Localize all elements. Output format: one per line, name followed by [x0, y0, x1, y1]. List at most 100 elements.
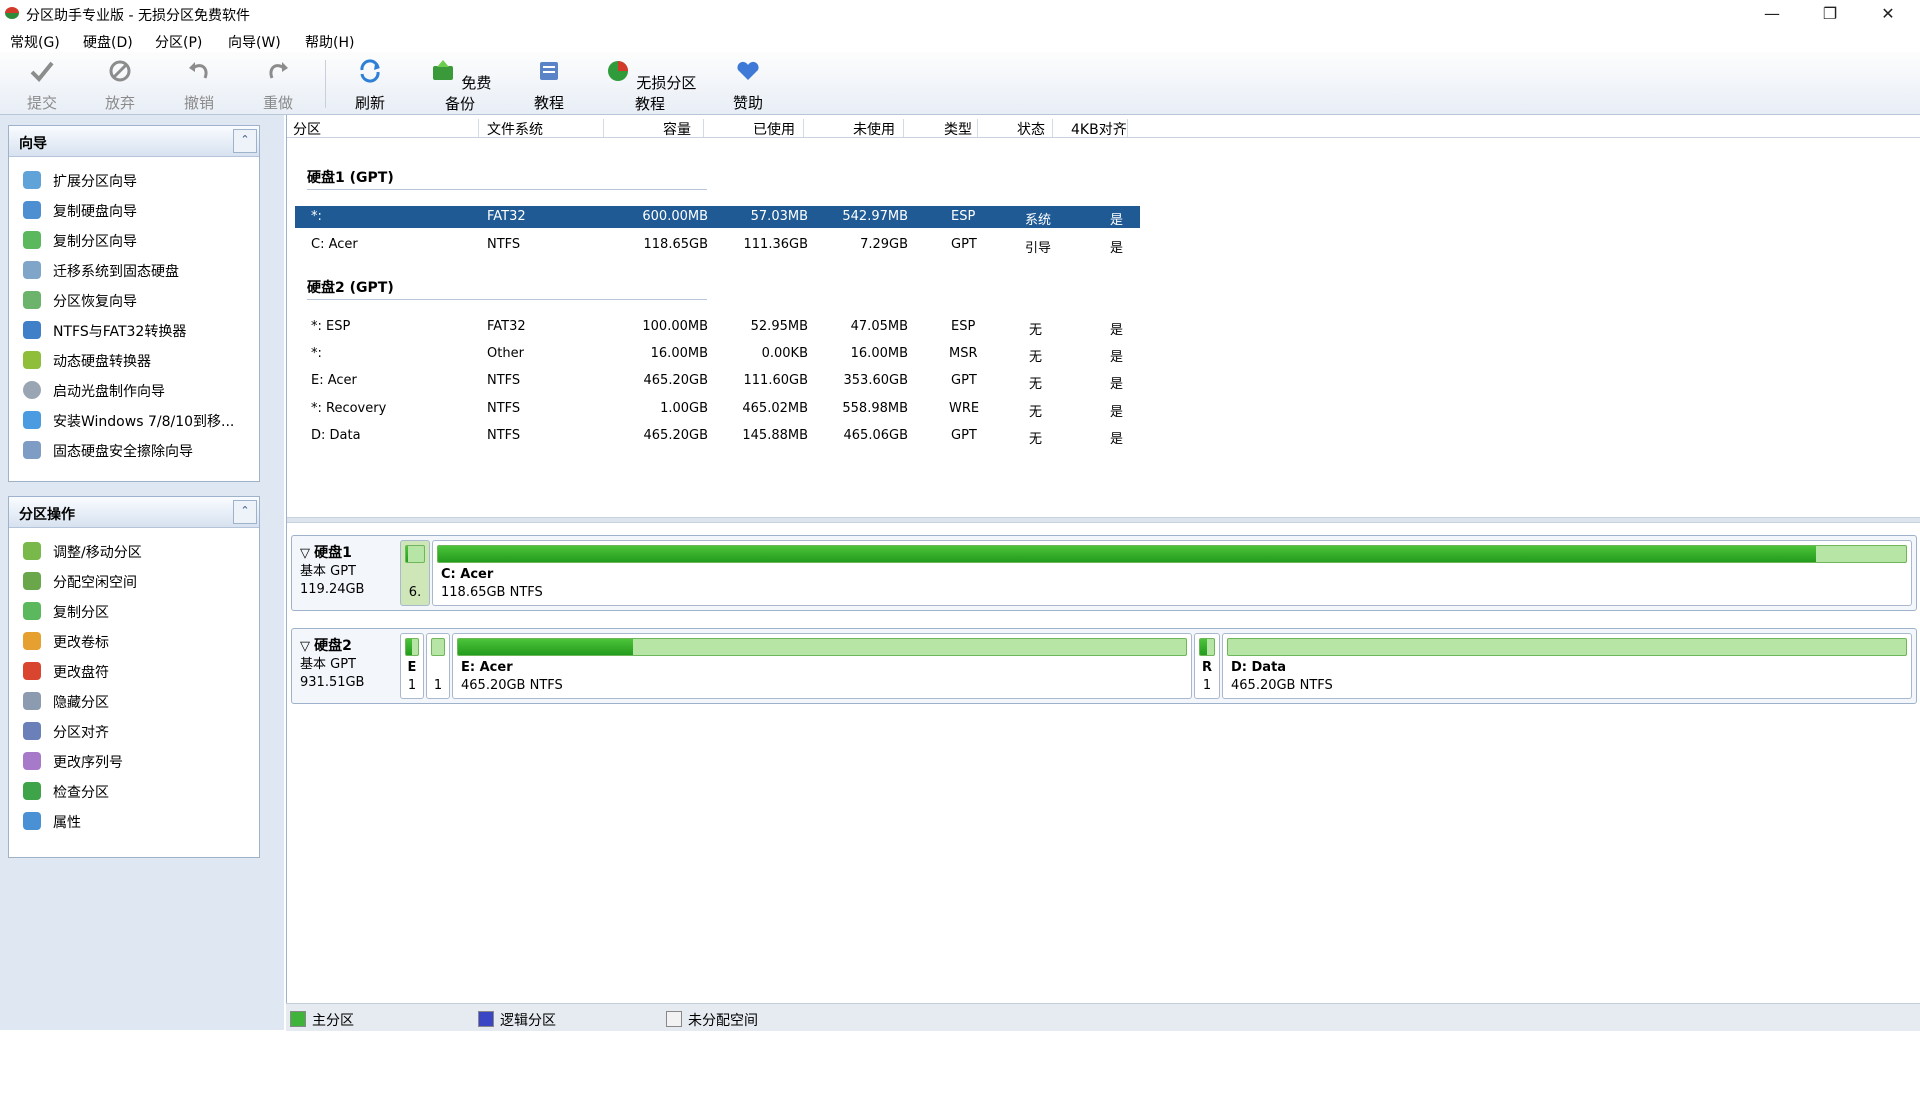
legend-primary: 主分区	[290, 1010, 354, 1030]
disk2-map-row[interactable]: ▽ 硬盘2 基本 GPT 931.51GB E 1 1 E: Acer 465.…	[291, 628, 1917, 704]
partition-label: R	[1195, 660, 1219, 675]
partition-sub: 1	[1195, 678, 1219, 693]
redo-button[interactable]: 重做	[256, 58, 300, 113]
usage-fill	[1200, 639, 1207, 655]
col-status[interactable]: 状态	[1017, 119, 1045, 139]
minimize-button[interactable]: —	[1743, 0, 1801, 28]
checkmark-icon	[28, 58, 56, 84]
partition-block[interactable]: E: Acer 465.20GB NTFS	[452, 633, 1192, 699]
cell-partition: C: Acer	[311, 237, 358, 252]
table-row[interactable]: C: Acer NTFS 118.65GB 111.36GB 7.29GB GP…	[295, 234, 1140, 256]
submit-label: 提交	[27, 94, 57, 112]
refresh-button[interactable]: 刷新	[348, 58, 392, 113]
close-button[interactable]: ✕	[1859, 0, 1917, 28]
pane-splitter[interactable]	[287, 517, 1920, 523]
donate-button[interactable]: 赞助	[726, 58, 770, 113]
restore-button[interactable]: ❐	[1801, 0, 1859, 28]
unallocated-swatch	[666, 1011, 682, 1027]
menu-general[interactable]: 常规(G)	[10, 32, 60, 52]
ssd-erase-icon	[23, 441, 41, 459]
cell-unused: 16.00MB	[851, 346, 908, 361]
partition-block[interactable]: D: Data 465.20GB NTFS	[1222, 633, 1912, 699]
partition-block[interactable]: 6.	[400, 540, 430, 606]
collapse-icon[interactable]: ⌃	[233, 129, 257, 153]
cell-unused: 465.06GB	[844, 428, 908, 443]
col-filesystem[interactable]: 文件系统	[487, 119, 543, 139]
undo-button[interactable]: 撤销	[177, 58, 221, 113]
col-used[interactable]: 已使用	[753, 119, 795, 139]
column-separator	[1052, 119, 1053, 137]
disk-icon: ▽	[300, 546, 310, 561]
copy-partition-icon	[23, 231, 41, 249]
partition-block[interactable]: C: Acer 118.65GB NTFS	[432, 540, 1912, 606]
table-row[interactable]: *: Recovery NTFS 1.00GB 465.02MB 558.98M…	[295, 398, 1140, 420]
table-row[interactable]: *: ESP FAT32 100.00MB 52.95MB 47.05MB ES…	[295, 316, 1140, 338]
cell-partition: *:	[311, 346, 322, 361]
disk1-map-row[interactable]: ▽ 硬盘1 基本 GPT 119.24GB 6. C: Acer 118.65G…	[291, 535, 1917, 611]
cell-unused: 542.97MB	[842, 209, 908, 224]
drive-letter-icon	[23, 662, 41, 680]
free-backup-button[interactable]: 免费备份	[427, 58, 493, 114]
column-separator	[1127, 119, 1128, 137]
cell-4k-align: 是	[1110, 209, 1123, 228]
cell-status: 无	[1029, 373, 1042, 392]
cell-partition: D: Data	[311, 428, 361, 443]
partition-info: 118.65GB NTFS	[441, 585, 543, 600]
column-separator	[478, 119, 479, 137]
partition-label: E	[401, 660, 423, 675]
column-separator	[703, 119, 704, 137]
cell-capacity: 100.00MB	[642, 319, 708, 334]
col-type[interactable]: 类型	[944, 119, 972, 139]
menu-help[interactable]: 帮助(H)	[305, 32, 354, 52]
submit-button[interactable]: 提交	[20, 58, 64, 113]
table-row[interactable]: E: Acer NTFS 465.20GB 111.60GB 353.60GB …	[295, 370, 1140, 392]
partition-block[interactable]: 1	[426, 633, 450, 699]
cell-filesystem: FAT32	[487, 319, 526, 334]
table-row[interactable]: *: Other 16.00MB 0.00KB 16.00MB MSR 无 是	[295, 343, 1140, 365]
menu-partition[interactable]: 分区(P)	[155, 32, 202, 52]
menu-disk[interactable]: 硬盘(D)	[83, 32, 133, 52]
copy-icon	[23, 602, 41, 620]
partition-name: E: Acer	[461, 660, 513, 675]
col-4k-align[interactable]: 4KB对齐	[1071, 119, 1127, 139]
tutorial-button[interactable]: 教程	[527, 58, 571, 113]
menu-bar: 常规(G) 硬盘(D) 分区(P) 向导(W) 帮助(H)	[0, 28, 1920, 52]
cell-filesystem: FAT32	[487, 209, 526, 224]
cell-type: GPT	[951, 237, 977, 252]
lossless-tutorial-button[interactable]: 无损分区教程	[602, 58, 698, 114]
usage-bar	[1227, 638, 1907, 656]
col-unused[interactable]: 未使用	[853, 119, 895, 139]
cell-type: MSR	[949, 346, 978, 361]
refresh-label: 刷新	[355, 94, 385, 112]
discard-button[interactable]: 放弃	[98, 58, 142, 113]
cell-status: 无	[1029, 401, 1042, 420]
cell-used: 465.02MB	[742, 401, 808, 416]
table-row[interactable]: *: FAT32 600.00MB 57.03MB 542.97MB ESP 系…	[295, 206, 1140, 228]
disk1-header: 硬盘1 (GPT)	[307, 167, 394, 187]
title-bar: 分区助手专业版 - 无损分区免费软件 — ❐ ✕	[0, 0, 1920, 28]
migrate-os-icon	[23, 261, 41, 279]
usage-fill	[458, 639, 633, 655]
table-row[interactable]: D: Data NTFS 465.20GB 145.88MB 465.06GB …	[295, 425, 1140, 447]
cell-partition: *: ESP	[311, 319, 350, 334]
window-title: 分区助手专业版 - 无损分区免费软件	[26, 5, 250, 25]
column-separator	[903, 119, 904, 137]
partition-sub: 1	[427, 678, 449, 693]
cell-status: 无	[1029, 428, 1042, 447]
col-partition[interactable]: 分区	[293, 119, 321, 139]
cell-capacity: 118.65GB	[644, 237, 708, 252]
backup-icon	[429, 58, 457, 84]
partition-block[interactable]: R 1	[1194, 633, 1220, 699]
menu-wizard[interactable]: 向导(W)	[228, 32, 281, 52]
wizard-panel: 向导 ⌃ 扩展分区向导 复制硬盘向导 复制分区向导 迁移系统到固态硬盘 分区恢复…	[8, 125, 260, 482]
ops-panel-header: 分区操作 ⌃	[9, 497, 259, 528]
collapse-icon[interactable]: ⌃	[233, 500, 257, 524]
usage-bar	[405, 638, 419, 656]
col-capacity[interactable]: 容量	[663, 119, 691, 139]
usage-fill	[406, 546, 408, 562]
left-pane: 向导 ⌃ 扩展分区向导 复制硬盘向导 复制分区向导 迁移系统到固态硬盘 分区恢复…	[0, 115, 284, 1030]
partition-block[interactable]: E 1	[400, 633, 424, 699]
discard-label: 放弃	[105, 94, 135, 112]
legend-logical: 逻辑分区	[478, 1010, 556, 1030]
wizard-panel-title: 向导	[19, 133, 47, 153]
